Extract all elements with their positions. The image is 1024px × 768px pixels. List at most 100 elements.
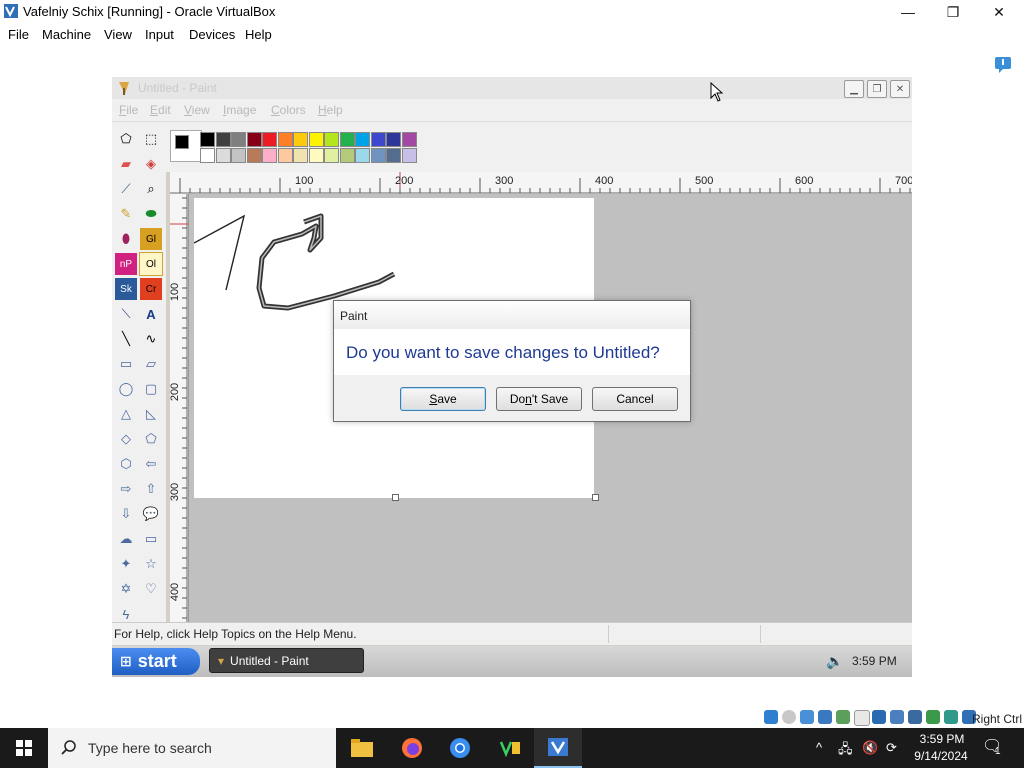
arrow-down-icon[interactable]: ⇩ bbox=[115, 503, 137, 525]
display-icon[interactable] bbox=[872, 710, 886, 724]
paint-close-button[interactable]: ✕ bbox=[890, 80, 910, 98]
airbrush-icon[interactable]: ⬮ bbox=[115, 228, 137, 250]
rect-select-icon[interactable]: ⬚ bbox=[140, 128, 162, 150]
show-hidden-icons-icon[interactable]: ^ bbox=[816, 740, 822, 755]
rectangle-icon[interactable]: ▭ bbox=[115, 353, 137, 375]
fill-bucket-icon[interactable]: ◈ bbox=[140, 153, 162, 175]
optical-drive-icon[interactable] bbox=[782, 710, 796, 724]
text-tool-icon[interactable]: A bbox=[140, 303, 162, 325]
taskbar-date[interactable]: 9/14/2024 bbox=[906, 749, 976, 763]
action-center-sync-icon[interactable]: ⟳ bbox=[886, 740, 897, 756]
curve-icon[interactable]: ∿ bbox=[140, 328, 162, 350]
arrow-left-icon[interactable]: ⇦ bbox=[140, 453, 162, 475]
star6-icon[interactable]: ✡ bbox=[115, 578, 137, 600]
palette-swatch[interactable] bbox=[293, 132, 308, 147]
virtualbox-taskbar-icon[interactable] bbox=[534, 728, 582, 768]
xp-task-paint[interactable]: ▾ Untitled - Paint bbox=[209, 648, 364, 673]
palette-swatch[interactable] bbox=[386, 148, 401, 163]
star4-icon[interactable]: ✦ bbox=[115, 553, 137, 575]
paint-minimize-button[interactable]: ▁ bbox=[844, 80, 864, 98]
eraser-icon[interactable]: ▰ bbox=[115, 153, 137, 175]
heart-icon[interactable]: ♡ bbox=[140, 578, 162, 600]
line-icon[interactable]: ╲ bbox=[115, 328, 137, 350]
pencil-icon[interactable]: ✎ bbox=[115, 203, 137, 225]
arrow-right-icon[interactable]: ⇨ bbox=[115, 478, 137, 500]
volume-muted-icon[interactable]: 🔇 bbox=[862, 740, 878, 756]
cancel-button[interactable]: Cancel bbox=[592, 387, 678, 411]
host-menu-input[interactable]: Input bbox=[145, 27, 174, 42]
paint-menu-help[interactable]: Help bbox=[318, 103, 343, 117]
taskbar-search-box[interactable]: Type here to search bbox=[48, 728, 336, 768]
host-maximize-button[interactable]: ❐ bbox=[930, 0, 976, 24]
palette-swatch[interactable] bbox=[370, 132, 386, 147]
palette-swatch[interactable] bbox=[339, 148, 355, 163]
taskbar-time[interactable]: 3:59 PM bbox=[912, 732, 972, 746]
palette-swatch[interactable] bbox=[231, 148, 246, 163]
ol-tool-icon[interactable]: Ol bbox=[139, 252, 163, 276]
palette-swatch[interactable] bbox=[370, 148, 386, 163]
paint-menu-file[interactable]: File bbox=[119, 103, 138, 117]
right-triangle-icon[interactable]: ◺ bbox=[140, 403, 162, 425]
gl-tool-icon[interactable]: Gl bbox=[140, 228, 162, 250]
harddisk-icon[interactable] bbox=[764, 710, 778, 724]
sk-tool-icon[interactable]: Sk bbox=[115, 278, 137, 300]
magnifier-icon[interactable]: ⌕ bbox=[140, 178, 162, 200]
cr-tool-icon[interactable]: Cr bbox=[140, 278, 162, 300]
palette-swatch[interactable] bbox=[401, 132, 417, 147]
palette-swatch[interactable] bbox=[355, 132, 370, 147]
file-explorer-icon[interactable] bbox=[338, 728, 386, 768]
visual-studio-code-icon[interactable] bbox=[486, 728, 534, 768]
windows-start-button[interactable] bbox=[0, 728, 48, 768]
palette-swatch[interactable] bbox=[262, 132, 277, 147]
cpu-icon[interactable] bbox=[908, 710, 922, 724]
arrow-up-icon[interactable]: ⇧ bbox=[140, 478, 162, 500]
palette-swatch[interactable] bbox=[215, 132, 231, 147]
palette-swatch[interactable] bbox=[293, 148, 308, 163]
paint-menu-edit[interactable]: Edit bbox=[150, 103, 171, 117]
save-button[interactable]: Save bbox=[400, 387, 486, 411]
xp-start-button[interactable]: ⊞ start bbox=[112, 648, 200, 675]
pentagon-icon[interactable]: ⬠ bbox=[140, 428, 162, 450]
host-menu-file[interactable]: File bbox=[8, 27, 29, 42]
speaker-icon[interactable]: 🔈 bbox=[826, 653, 843, 670]
diamond-icon[interactable]: ◇ bbox=[115, 428, 137, 450]
palette-swatch[interactable] bbox=[277, 148, 293, 163]
palette-swatch[interactable] bbox=[324, 148, 339, 163]
palette-swatch[interactable] bbox=[324, 132, 339, 147]
hexagon-icon[interactable]: ⬡ bbox=[115, 453, 137, 475]
network-icon[interactable] bbox=[818, 710, 832, 724]
callout-cloud-icon[interactable]: ☁ bbox=[115, 528, 137, 550]
dont-save-button[interactable]: Don't Save bbox=[496, 387, 582, 411]
palette-swatch[interactable] bbox=[339, 132, 355, 147]
mouse-integration-icon[interactable] bbox=[944, 710, 958, 724]
current-colors[interactable] bbox=[170, 130, 202, 162]
polygon-icon[interactable]: ▱ bbox=[140, 353, 162, 375]
host-menu-help[interactable]: Help bbox=[245, 27, 272, 42]
audio-icon[interactable] bbox=[800, 710, 814, 724]
firefox-icon[interactable] bbox=[388, 728, 436, 768]
recording-icon[interactable] bbox=[890, 710, 904, 724]
palette-swatch[interactable] bbox=[401, 148, 417, 163]
notification-bubble-icon[interactable] bbox=[994, 56, 1012, 74]
palette-swatch[interactable] bbox=[308, 148, 324, 163]
stamp-icon[interactable]: ⟍ bbox=[115, 303, 137, 325]
host-menu-machine[interactable]: Machine bbox=[42, 27, 91, 42]
palette-swatch[interactable] bbox=[262, 148, 277, 163]
brush-icon[interactable]: ⬬ bbox=[140, 203, 162, 225]
palette-swatch[interactable] bbox=[200, 132, 215, 147]
palette-swatch[interactable] bbox=[355, 148, 370, 163]
callout-oval-icon[interactable]: 💬 bbox=[140, 503, 162, 525]
palette-swatch[interactable] bbox=[215, 148, 231, 163]
paint-menu-image[interactable]: Image bbox=[223, 103, 256, 117]
free-select-icon[interactable]: ⬠ bbox=[115, 128, 137, 150]
palette-swatch[interactable] bbox=[277, 132, 293, 147]
palette-swatch[interactable] bbox=[386, 132, 401, 147]
palette-swatch[interactable] bbox=[231, 132, 246, 147]
triangle-icon[interactable]: △ bbox=[115, 403, 137, 425]
palette-swatch[interactable] bbox=[200, 148, 215, 163]
star5-icon[interactable]: ☆ bbox=[140, 553, 162, 575]
host-minimize-button[interactable]: — bbox=[885, 0, 931, 24]
ellipse-icon[interactable]: ◯ bbox=[115, 378, 137, 400]
color-picker-icon[interactable]: ⟋ bbox=[115, 178, 137, 200]
host-menu-devices[interactable]: Devices bbox=[189, 27, 235, 42]
